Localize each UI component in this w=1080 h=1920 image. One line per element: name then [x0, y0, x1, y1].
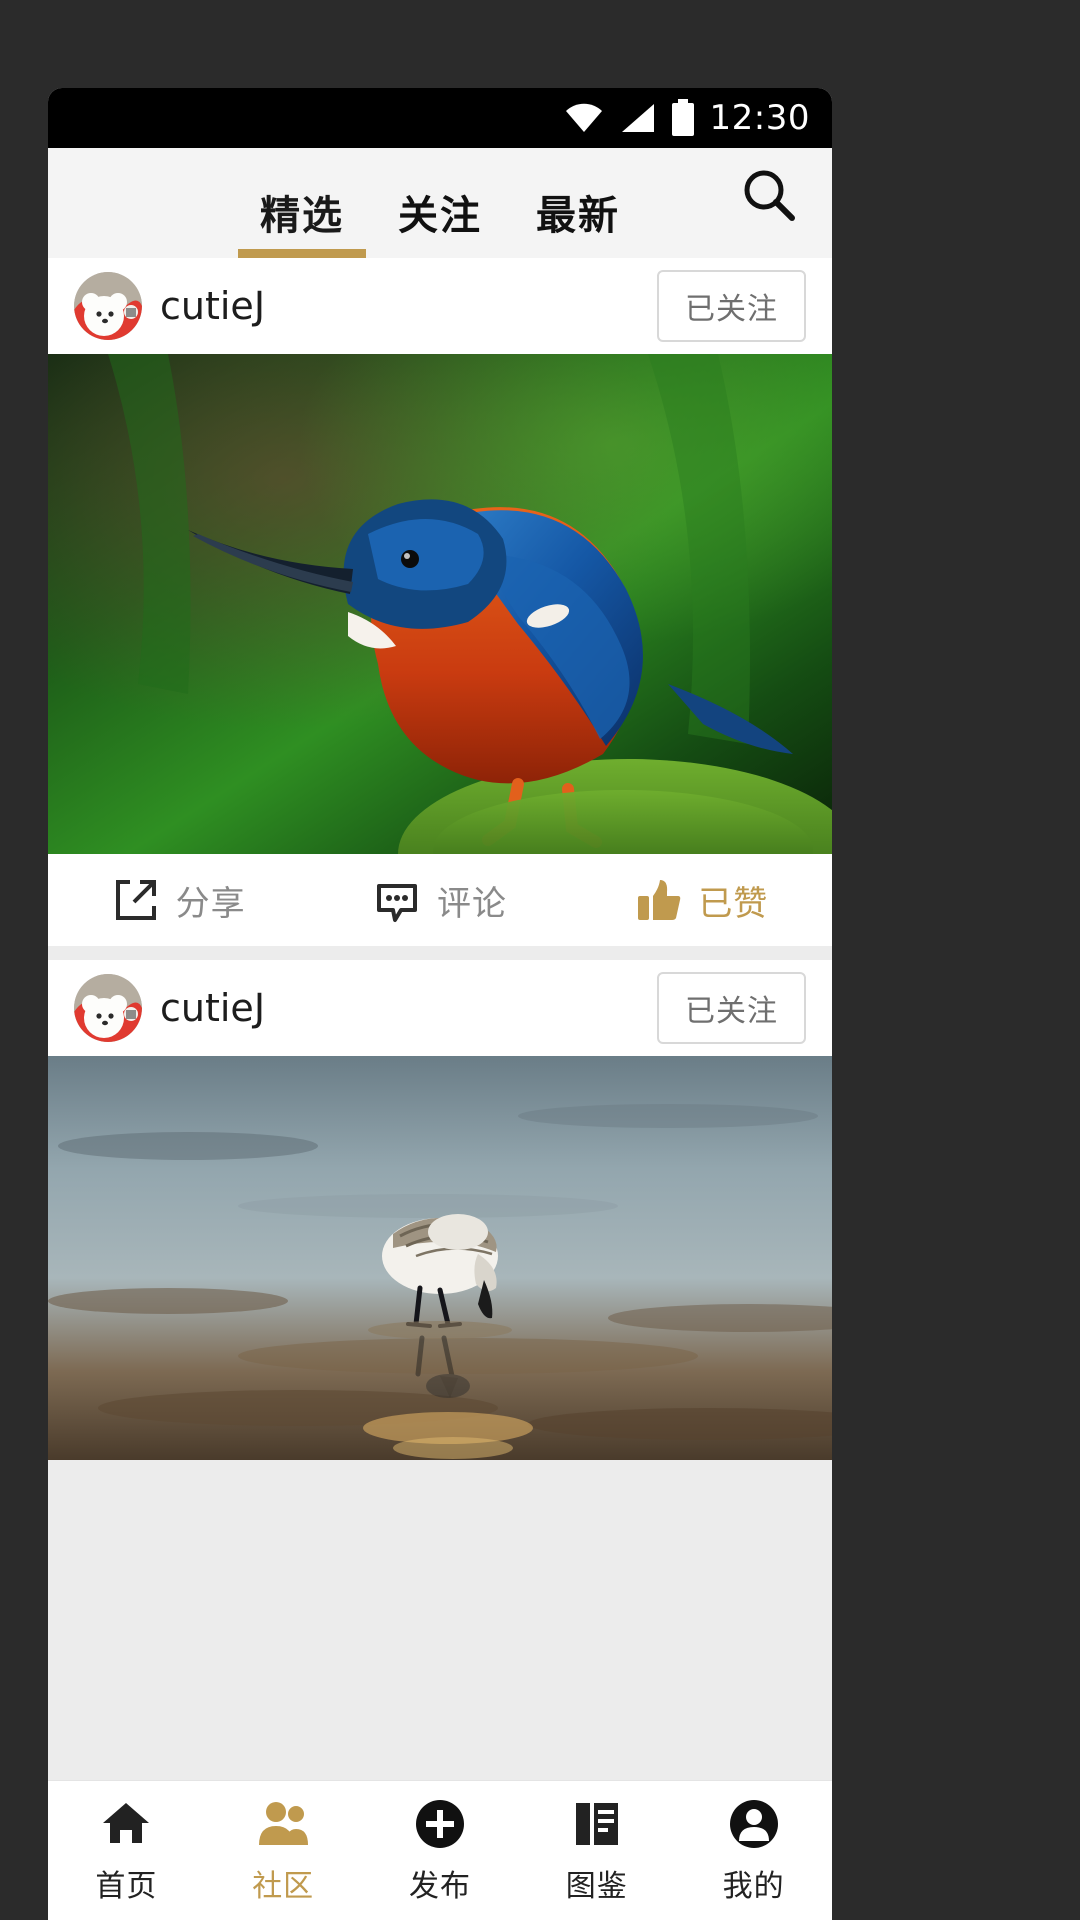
- top-tab-bar: 精选 关注 最新: [48, 148, 832, 258]
- tab-latest[interactable]: 最新: [536, 196, 620, 258]
- follow-button[interactable]: 已关注: [657, 972, 806, 1044]
- plus-circle-icon: [413, 1797, 467, 1851]
- battery-icon: [670, 99, 696, 137]
- nav-item-community[interactable]: 社区: [205, 1797, 362, 1905]
- tab-following[interactable]: 关注: [398, 196, 482, 258]
- document-icon: [570, 1797, 624, 1851]
- post-header: cutieJ 已关注: [48, 960, 832, 1056]
- phone-screen: 12:30 精选 关注 最新 cutieJ 已关注 分享 评论 已赞 cutie…: [48, 88, 832, 1920]
- share-label: 分享: [175, 883, 246, 924]
- comment-label: 评论: [436, 883, 507, 924]
- post-username[interactable]: cutieJ: [160, 284, 265, 328]
- post-image-sandpiper[interactable]: [48, 1056, 832, 1460]
- nav-item-mine[interactable]: 我的: [675, 1797, 832, 1905]
- nav-item-mine-label: 我的: [722, 1868, 785, 1904]
- people-icon: [256, 1797, 310, 1851]
- signal-icon: [618, 102, 656, 134]
- status-bar: 12:30: [48, 88, 832, 148]
- nav-item-home[interactable]: 首页: [48, 1797, 205, 1905]
- tab-active-indicator: [238, 249, 366, 258]
- tab-latest-label: 最新: [536, 193, 620, 239]
- post-feed[interactable]: cutieJ 已关注 分享 评论 已赞 cutieJ 已关注: [48, 258, 832, 1780]
- thumbs-up-icon: [634, 876, 682, 924]
- tab-featured[interactable]: 精选: [238, 193, 366, 258]
- status-time: 12:30: [709, 98, 810, 138]
- home-icon: [99, 1797, 153, 1851]
- post-image-kingfisher[interactable]: [48, 354, 832, 854]
- post-action-bar: 分享 评论 已赞: [48, 854, 832, 946]
- nav-item-publish-label: 发布: [408, 1868, 471, 1904]
- bottom-navigation: 首页 社区 发布 图鉴 我的: [48, 1780, 832, 1920]
- comment-icon: [373, 876, 421, 924]
- nav-item-publish[interactable]: 发布: [362, 1797, 519, 1905]
- share-action[interactable]: 分享: [48, 876, 309, 925]
- tab-list: 精选 关注 最新: [48, 196, 832, 258]
- wifi-icon: [564, 102, 604, 134]
- post-card: cutieJ 已关注: [48, 258, 832, 946]
- follow-button[interactable]: 已关注: [657, 270, 806, 342]
- tab-featured-label: 精选: [260, 193, 344, 239]
- like-action[interactable]: 已赞: [571, 876, 832, 925]
- nav-item-community-label: 社区: [252, 1868, 315, 1904]
- post-header: cutieJ 已关注: [48, 258, 832, 354]
- post-username[interactable]: cutieJ: [160, 986, 265, 1030]
- nav-item-guide-label: 图鉴: [565, 1868, 628, 1904]
- person-circle-icon: [727, 1797, 781, 1851]
- share-icon: [112, 876, 160, 924]
- search-button[interactable]: [736, 162, 802, 228]
- avatar[interactable]: [74, 974, 142, 1042]
- nav-item-guide[interactable]: 图鉴: [518, 1797, 675, 1905]
- like-label: 已赞: [698, 883, 769, 924]
- comment-action[interactable]: 评论: [309, 876, 570, 925]
- post-card: cutieJ 已关注: [48, 960, 832, 1460]
- nav-item-home-label: 首页: [95, 1868, 158, 1904]
- search-icon: [739, 165, 799, 225]
- tab-following-label: 关注: [398, 193, 482, 239]
- avatar[interactable]: [74, 272, 142, 340]
